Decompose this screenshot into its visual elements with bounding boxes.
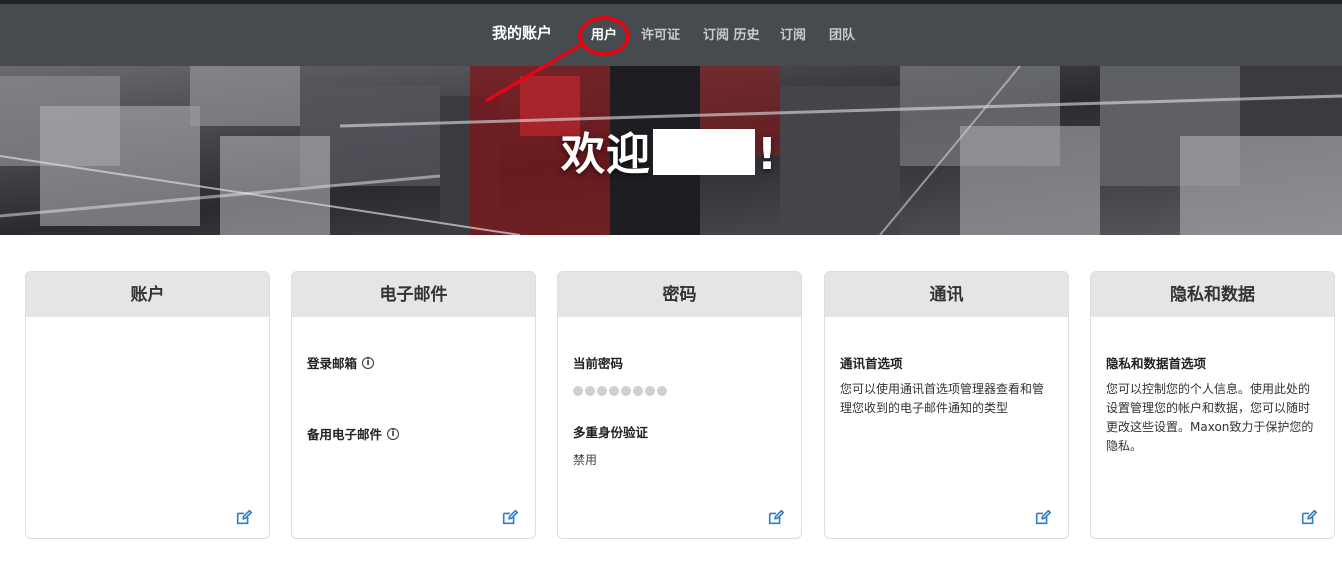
nav-tab-team[interactable]: 团队: [829, 24, 855, 43]
card-email: 电子邮件 登录邮箱 i 备用电子邮件 i: [291, 271, 536, 539]
edit-pencil-icon[interactable]: [235, 508, 253, 526]
password-dot: [657, 386, 667, 396]
info-icon[interactable]: i: [387, 427, 400, 440]
annotation-circle: [578, 16, 630, 56]
card-body: 当前密码 多重身份验证 禁用: [558, 353, 801, 469]
login-email-label: 登录邮箱 i: [307, 353, 520, 372]
password-dot: [597, 386, 607, 396]
card-title: 账户: [26, 272, 269, 317]
backup-email-label: 备用电子邮件 i: [307, 424, 520, 443]
edit-pencil-icon[interactable]: [501, 508, 519, 526]
edit-pencil-icon[interactable]: [767, 508, 785, 526]
nav-tab-licenses[interactable]: 许可证: [641, 24, 680, 43]
password-dot: [609, 386, 619, 396]
welcome-prefix: 欢迎: [561, 129, 651, 180]
password-dot: [621, 386, 631, 396]
edit-pencil-icon[interactable]: [1034, 508, 1052, 526]
card-title: 通讯: [825, 272, 1068, 317]
hero-banner: 欢迎!: [0, 66, 1342, 235]
privacy-preferences-description: 您可以控制您的个人信息。使用此处的设置管理您的帐户和数据，您可以随时更改这些设置…: [1106, 382, 1314, 453]
card-password: 密码 当前密码 多重身份验证 禁用: [557, 271, 802, 539]
edit-pencil-icon[interactable]: [1300, 508, 1318, 526]
masked-password: [573, 386, 786, 396]
account-cards: 账户 电子邮件 登录邮箱 i 备用电子邮件 i 密码 当前密码 多重身份验证 禁…: [0, 271, 1342, 541]
card-title: 电子邮件: [292, 272, 535, 317]
nav-tab-subscriptions[interactable]: 订阅: [780, 24, 806, 43]
nav-title-my-account[interactable]: 我的账户: [492, 22, 552, 43]
redacted-username: [653, 129, 755, 175]
card-communications: 通讯 通讯首选项 您可以使用通讯首选项管理器查看和管理您收到的电子邮件通知的类型: [824, 271, 1069, 539]
mfa-label: 多重身份验证: [573, 425, 649, 440]
communication-preferences-label: 通讯首选项: [840, 356, 903, 371]
card-title: 隐私和数据: [1091, 272, 1334, 317]
field-label-text: 登录邮箱: [307, 356, 358, 371]
current-password-label: 当前密码: [573, 356, 624, 371]
welcome-heading: 欢迎!: [561, 118, 778, 182]
info-icon[interactable]: i: [362, 356, 375, 369]
password-dot: [585, 386, 595, 396]
privacy-preferences-label: 隐私和数据首选项: [1106, 356, 1207, 371]
communication-preferences-description: 您可以使用通讯首选项管理器查看和管理您收到的电子邮件通知的类型: [840, 382, 1045, 415]
welcome-suffix: !: [757, 129, 779, 180]
main-nav: 我的账户 用户 许可证 订阅 历史 订阅 团队: [0, 4, 1342, 66]
mfa-status: 禁用: [573, 453, 598, 467]
nav-tab-subscription-history[interactable]: 订阅 历史: [703, 24, 760, 43]
top-navigation-bar: 我的账户 用户 许可证 订阅 历史 订阅 团队: [0, 0, 1342, 66]
card-body: 通讯首选项 您可以使用通讯首选项管理器查看和管理您收到的电子邮件通知的类型: [825, 353, 1068, 418]
field-label-text: 备用电子邮件: [307, 427, 383, 442]
password-dot: [633, 386, 643, 396]
card-title: 密码: [558, 272, 801, 317]
password-dot: [573, 386, 583, 396]
card-body: 隐私和数据首选项 您可以控制您的个人信息。使用此处的设置管理您的帐户和数据，您可…: [1091, 353, 1334, 456]
card-privacy-data: 隐私和数据 隐私和数据首选项 您可以控制您的个人信息。使用此处的设置管理您的帐户…: [1090, 271, 1335, 539]
password-dot: [645, 386, 655, 396]
card-body: 登录邮箱 i 备用电子邮件 i: [292, 353, 535, 443]
card-account: 账户: [25, 271, 270, 539]
